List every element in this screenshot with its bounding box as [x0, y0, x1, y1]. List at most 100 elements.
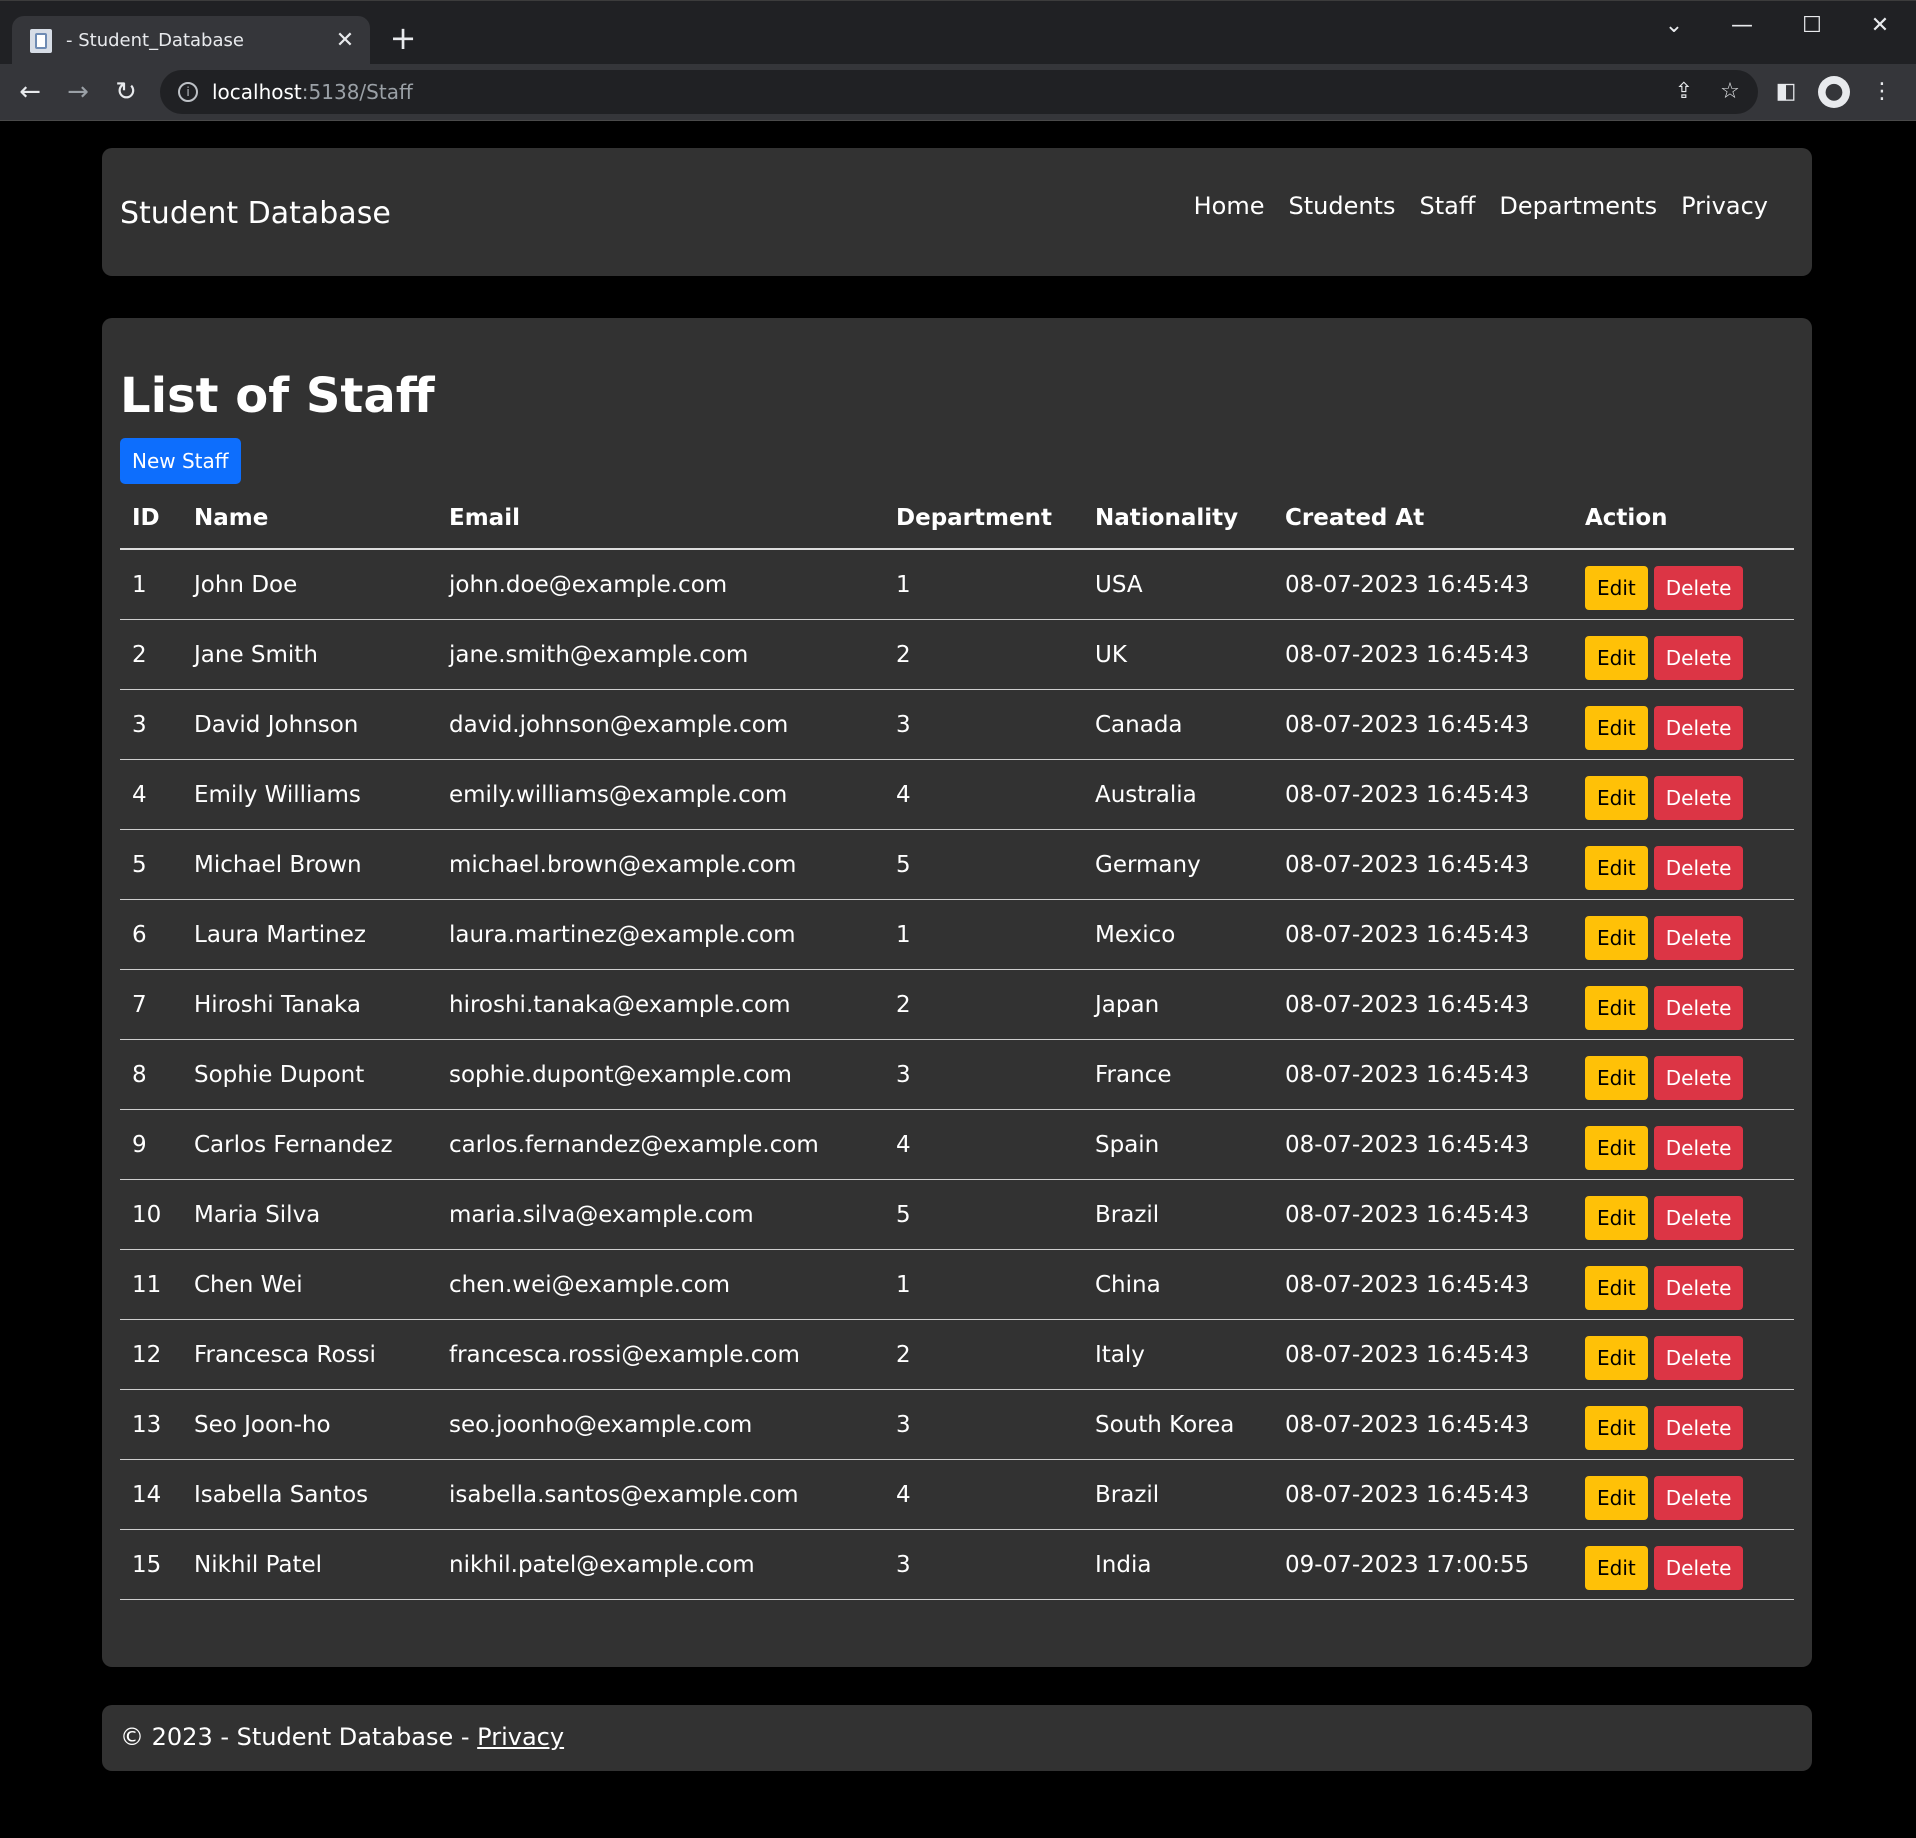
col-department: Department	[884, 488, 1083, 550]
site-info-icon[interactable]: i	[178, 82, 198, 102]
cell-created-at: 08-07-2023 16:45:43	[1273, 619, 1573, 690]
cell-nationality: Spain	[1083, 1109, 1273, 1180]
delete-button[interactable]: Delete	[1653, 1055, 1744, 1100]
reload-icon[interactable]: ↻	[108, 74, 144, 110]
cell-created-at: 08-07-2023 16:45:43	[1273, 689, 1573, 760]
cell-id: 13	[120, 1389, 182, 1460]
cell-name: Sophie Dupont	[182, 1039, 437, 1110]
forward-icon[interactable]: →	[60, 74, 96, 110]
edit-button[interactable]: Edit	[1585, 775, 1648, 820]
cell-id: 5	[120, 829, 182, 900]
cell-action: Edit Delete	[1573, 1039, 1794, 1110]
cell-email: carlos.fernandez@example.com	[437, 1109, 884, 1180]
cell-id: 14	[120, 1459, 182, 1530]
menu-kebab-icon[interactable]: ⋮	[1866, 76, 1898, 108]
edit-button[interactable]: Edit	[1585, 1405, 1648, 1450]
minimize-icon[interactable]: —	[1722, 13, 1762, 38]
delete-button[interactable]: Delete	[1653, 1195, 1744, 1240]
new-tab-icon[interactable]: +	[388, 22, 418, 54]
page-viewport: Student Database Home Students Staff Dep…	[0, 121, 1916, 1838]
cell-id: 1	[120, 549, 182, 620]
new-staff-button[interactable]: New Staff	[120, 438, 241, 484]
cell-nationality: UK	[1083, 619, 1273, 690]
main-content: List of Staff New Staff ID Name Email De…	[102, 318, 1812, 1667]
nav-students[interactable]: Students	[1288, 192, 1395, 220]
delete-button[interactable]: Delete	[1653, 705, 1744, 750]
cell-email: david.johnson@example.com	[437, 689, 884, 760]
cell-action: Edit Delete	[1573, 899, 1794, 970]
edit-button[interactable]: Edit	[1585, 635, 1648, 680]
side-panel-icon[interactable]: ◧	[1770, 76, 1802, 108]
edit-button[interactable]: Edit	[1585, 1545, 1648, 1590]
cell-created-at: 08-07-2023 16:45:43	[1273, 759, 1573, 830]
cell-name: Carlos Fernandez	[182, 1109, 437, 1180]
back-icon[interactable]: ←	[12, 74, 48, 110]
cell-created-at: 09-07-2023 17:00:55	[1273, 1529, 1573, 1600]
cell-name: Emily Williams	[182, 759, 437, 830]
col-nationality: Nationality	[1083, 488, 1273, 550]
edit-button[interactable]: Edit	[1585, 1475, 1648, 1520]
footer-privacy-link[interactable]: Privacy	[477, 1723, 564, 1751]
cell-department: 2	[884, 619, 1083, 690]
cell-name: Michael Brown	[182, 829, 437, 900]
cell-action: Edit Delete	[1573, 619, 1794, 690]
close-tab-icon[interactable]: ✕	[330, 26, 360, 56]
edit-button[interactable]: Edit	[1585, 1335, 1648, 1380]
delete-button[interactable]: Delete	[1653, 635, 1744, 680]
nav-departments[interactable]: Departments	[1499, 192, 1657, 220]
edit-button[interactable]: Edit	[1585, 915, 1648, 960]
maximize-icon[interactable]: ☐	[1792, 13, 1832, 38]
address-bar[interactable]: i localhost:5138/Staff ⇪ ☆	[160, 70, 1758, 114]
close-window-icon[interactable]: ✕	[1860, 13, 1900, 38]
edit-button[interactable]: Edit	[1585, 1265, 1648, 1310]
cell-nationality: Brazil	[1083, 1459, 1273, 1530]
edit-button[interactable]: Edit	[1585, 1195, 1648, 1240]
profile-avatar-icon[interactable]: ●	[1818, 76, 1850, 108]
delete-button[interactable]: Delete	[1653, 565, 1744, 610]
delete-button[interactable]: Delete	[1653, 845, 1744, 890]
table-row: 14 Isabella Santos isabella.santos@example…	[120, 1459, 1794, 1530]
cell-name: Jane Smith	[182, 619, 437, 690]
cell-created-at: 08-07-2023 16:45:43	[1273, 1249, 1573, 1320]
edit-button[interactable]: Edit	[1585, 985, 1648, 1030]
brand-link[interactable]: Student Database	[120, 196, 391, 231]
cell-department: 2	[884, 1319, 1083, 1390]
url-text: localhost:5138/Staff	[212, 80, 413, 104]
bookmark-star-icon[interactable]: ☆	[1716, 78, 1744, 106]
cell-department: 4	[884, 1459, 1083, 1530]
cell-nationality: Germany	[1083, 829, 1273, 900]
edit-button[interactable]: Edit	[1585, 1055, 1648, 1100]
cell-created-at: 08-07-2023 16:45:43	[1273, 829, 1573, 900]
delete-button[interactable]: Delete	[1653, 915, 1744, 960]
cell-name: Laura Martinez	[182, 899, 437, 970]
delete-button[interactable]: Delete	[1653, 1405, 1744, 1450]
delete-button[interactable]: Delete	[1653, 1265, 1744, 1310]
edit-button[interactable]: Edit	[1585, 705, 1648, 750]
cell-department: 5	[884, 1179, 1083, 1250]
cell-email: chen.wei@example.com	[437, 1249, 884, 1320]
cell-action: Edit Delete	[1573, 1529, 1794, 1600]
cell-id: 6	[120, 899, 182, 970]
nav-home[interactable]: Home	[1194, 192, 1265, 220]
cell-created-at: 08-07-2023 16:45:43	[1273, 1109, 1573, 1180]
delete-button[interactable]: Delete	[1653, 985, 1744, 1030]
cell-action: Edit Delete	[1573, 1389, 1794, 1460]
delete-button[interactable]: Delete	[1653, 1475, 1744, 1520]
delete-button[interactable]: Delete	[1653, 1545, 1744, 1590]
cell-nationality: Mexico	[1083, 899, 1273, 970]
delete-button[interactable]: Delete	[1653, 1335, 1744, 1380]
cell-name: Francesca Rossi	[182, 1319, 437, 1390]
browser-tab[interactable]: - Student_Database ✕	[12, 16, 370, 65]
nav-privacy[interactable]: Privacy	[1681, 192, 1768, 220]
edit-button[interactable]: Edit	[1585, 1125, 1648, 1170]
nav-staff[interactable]: Staff	[1419, 192, 1475, 220]
browser-tabbar: - Student_Database ✕ + ⌄ — ☐ ✕	[0, 0, 1916, 65]
delete-button[interactable]: Delete	[1653, 775, 1744, 820]
share-icon[interactable]: ⇪	[1670, 78, 1698, 106]
edit-button[interactable]: Edit	[1585, 565, 1648, 610]
table-row: 12 Francesca Rossi francesca.rossi@example…	[120, 1319, 1794, 1390]
edit-button[interactable]: Edit	[1585, 845, 1648, 890]
tab-search-chevron-icon[interactable]: ⌄	[1654, 13, 1694, 38]
cell-action: Edit Delete	[1573, 1109, 1794, 1180]
delete-button[interactable]: Delete	[1653, 1125, 1744, 1170]
